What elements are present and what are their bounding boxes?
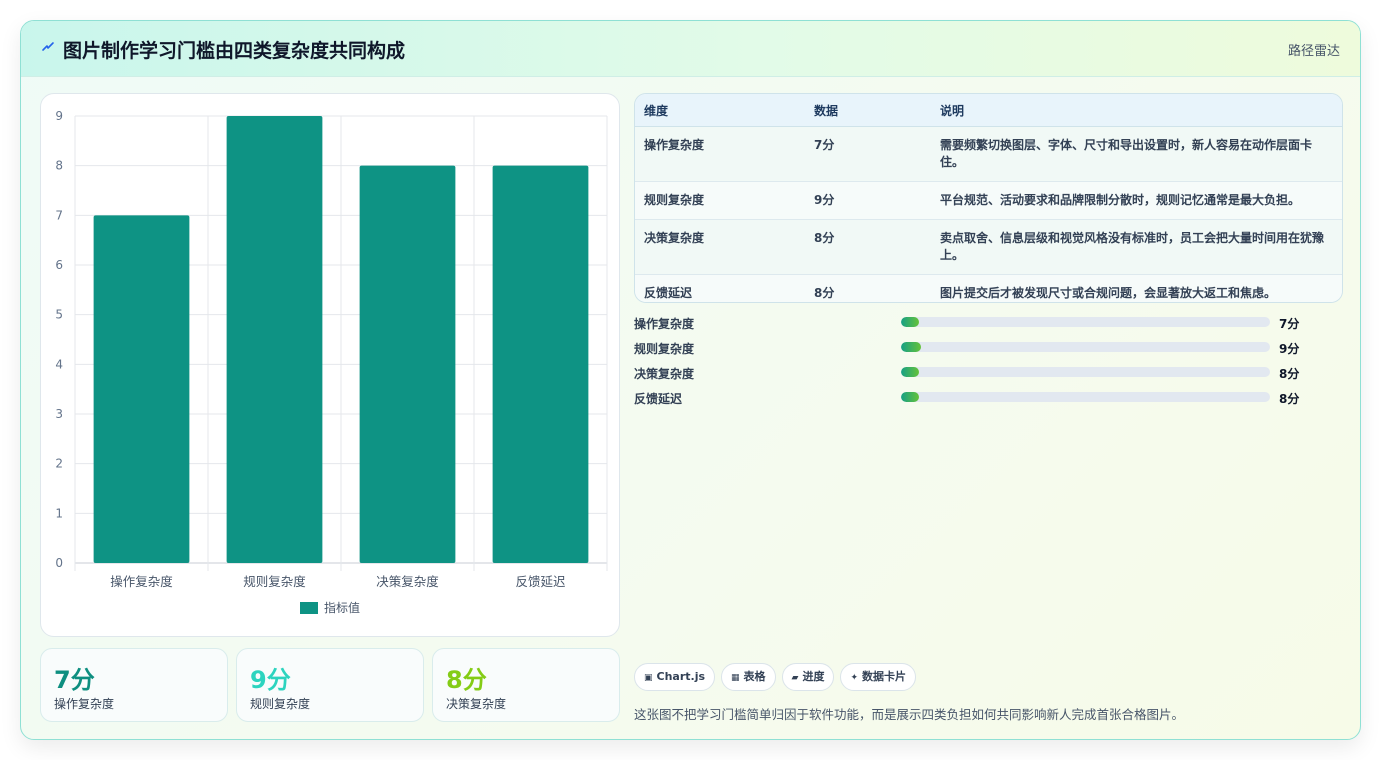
bar	[93, 215, 190, 563]
table-row: 操作复杂度 7分 需要频繁切换图层、字体、尺寸和导出设置时，新人容易在动作层面卡…	[635, 126, 1342, 182]
y-tick-label: 7	[55, 208, 63, 222]
bar	[492, 165, 589, 563]
chip-chartjs[interactable]: ▣ Chart.js	[634, 663, 716, 691]
x-tick-label: 决策复杂度	[376, 574, 439, 589]
sparkle-icon: ✦	[850, 673, 859, 683]
table-cell-data: 8分	[805, 274, 931, 302]
table-cell-dimension: 决策复杂度	[635, 219, 805, 275]
progress-label: 反馈延迟	[634, 392, 683, 406]
y-tick-label: 9	[55, 109, 63, 123]
x-tick-label: 规则复杂度	[243, 574, 306, 589]
progress-fill	[901, 317, 920, 327]
progress-track	[901, 367, 1270, 377]
table-cell-data: 9分	[805, 181, 931, 220]
footnote: 这张图不把学习门槛简单归因于软件功能，而是展示四类负担如何共同影响新人完成首张合…	[634, 707, 1185, 722]
table-cell-data: 8分	[805, 219, 931, 275]
chip-table[interactable]: ▦ 表格	[721, 663, 776, 691]
progress-track	[901, 342, 1270, 352]
bar	[359, 165, 456, 563]
stat-label: 操作复杂度	[54, 697, 115, 711]
y-tick-label: 3	[55, 407, 63, 421]
bar	[226, 116, 323, 563]
table-cell-dimension: 规则复杂度	[635, 181, 805, 220]
progress-value: 8分	[1279, 392, 1300, 406]
header: 图片制作学习门槛由四类复杂度共同构成 路径雷达	[21, 21, 1360, 77]
y-tick-label: 8	[55, 159, 63, 173]
progress-row: 反馈延迟 8分	[634, 388, 1341, 413]
image-icon: ▣	[644, 673, 653, 683]
y-tick-label: 1	[55, 506, 63, 520]
y-tick-label: 0	[55, 556, 63, 570]
table-header-row: 维度 数据 说明	[635, 94, 1342, 127]
legend-swatch	[300, 602, 318, 614]
table-row: 决策复杂度 8分 卖点取舍、信息层级和视觉风格没有标准时，员工会把大量时间用在犹…	[635, 219, 1342, 275]
chip-progress[interactable]: ▰ 进度	[781, 663, 835, 691]
progress-label: 决策复杂度	[634, 367, 695, 381]
table-cell-dimension: 操作复杂度	[635, 126, 805, 182]
chip-label: 进度	[802, 670, 825, 683]
page-title: 图片制作学习门槛由四类复杂度共同构成	[63, 40, 406, 62]
table-row: 规则复杂度 9分 平台规范、活动要求和品牌限制分散时，规则记忆通常是最大负担。	[635, 181, 1342, 220]
table-cell-note: 图片提交后才被发现尺寸或合规问题，会显著放大返工和焦虑。	[931, 274, 1342, 302]
table-header: 维度	[635, 94, 805, 127]
y-tick-label: 2	[55, 457, 63, 471]
legend-label: 指标值	[324, 600, 360, 615]
stat-label: 规则复杂度	[250, 697, 311, 711]
stat-label: 决策复杂度	[446, 697, 507, 711]
progress-value: 8分	[1279, 367, 1300, 381]
y-tick-label: 4	[55, 357, 63, 371]
progress-row: 规则复杂度 9分	[634, 338, 1341, 363]
progress-icon: ▰	[791, 673, 799, 683]
header-right-label[interactable]: 路径雷达	[1288, 40, 1340, 59]
stat-value: 7分	[54, 666, 95, 694]
chip-label: 表格	[743, 670, 766, 683]
stat-value: 9分	[250, 666, 291, 694]
y-tick-label: 5	[55, 308, 63, 322]
table-icon: ▦	[731, 673, 740, 683]
stat-value: 8分	[446, 666, 487, 694]
data-table: 维度 数据 说明 操作复杂度 7分 需要频繁切换图层、字体、尺寸和导出设置时，新…	[634, 93, 1343, 303]
table-cell-data: 7分	[805, 126, 931, 182]
y-tick-label: 6	[55, 258, 63, 272]
stat-card: 8分 决策复杂度	[432, 648, 620, 722]
table-cell-note: 卖点取舍、信息层级和视觉风格没有标准时，员工会把大量时间用在犹豫上。	[931, 219, 1342, 275]
progress-value: 7分	[1279, 317, 1300, 331]
table-header: 数据	[805, 94, 931, 127]
progress-list: 操作复杂度 7分 规则复杂度 9分 决策复杂度 8分 反馈延迟 8分	[634, 313, 1341, 413]
bar-chart-panel: 0 1 2 3 4 5 6 7 8 9 操作复杂度 规则复杂度 决策复杂度 反馈延迟指标值	[40, 93, 620, 637]
table-cell-dimension: 反馈延迟	[635, 274, 805, 302]
main-card: 图片制作学习门槛由四类复杂度共同构成 路径雷达 0 1 2 3 4 5 6 7 8 9 操作复杂度规…	[20, 20, 1361, 740]
stat-card: 7分 操作复杂度	[40, 648, 228, 722]
table-row: 反馈延迟 8分 图片提交后才被发现尺寸或合规问题，会显著放大返工和焦虑。	[635, 274, 1342, 302]
table-cell-note: 平台规范、活动要求和品牌限制分散时，规则记忆通常是最大负担。	[931, 181, 1342, 220]
stat-card: 9分 规则复杂度	[236, 648, 424, 722]
chip-label: Chart.js	[656, 670, 706, 683]
tag-chips: ▣ Chart.js ▦ 表格 ▰ 进度 ✦ 数据卡片	[634, 663, 922, 691]
progress-row: 操作复杂度 7分	[634, 313, 1341, 338]
chip-label: 数据卡片	[862, 670, 907, 683]
x-tick-label: 操作复杂度	[110, 574, 173, 589]
table-cell-note: 需要频繁切换图层、字体、尺寸和导出设置时，新人容易在动作层面卡住。	[931, 126, 1342, 182]
progress-row: 决策复杂度 8分	[634, 363, 1341, 388]
table-header: 说明	[931, 94, 1342, 127]
progress-value: 9分	[1279, 342, 1300, 356]
progress-fill	[901, 392, 920, 402]
progress-track	[901, 317, 1270, 327]
x-tick-label: 反馈延迟	[515, 574, 566, 589]
progress-fill	[901, 342, 922, 352]
lightning-icon	[42, 42, 54, 51]
bar-chart: 0 1 2 3 4 5 6 7 8 9 操作复杂度 规则复杂度 决策复杂度 反馈延迟指标值	[55, 109, 608, 615]
progress-label: 规则复杂度	[634, 342, 695, 356]
progress-track	[901, 392, 1270, 402]
progress-fill	[901, 367, 920, 377]
progress-label: 操作复杂度	[634, 317, 695, 331]
chip-data-card[interactable]: ✦ 数据卡片	[840, 663, 917, 691]
